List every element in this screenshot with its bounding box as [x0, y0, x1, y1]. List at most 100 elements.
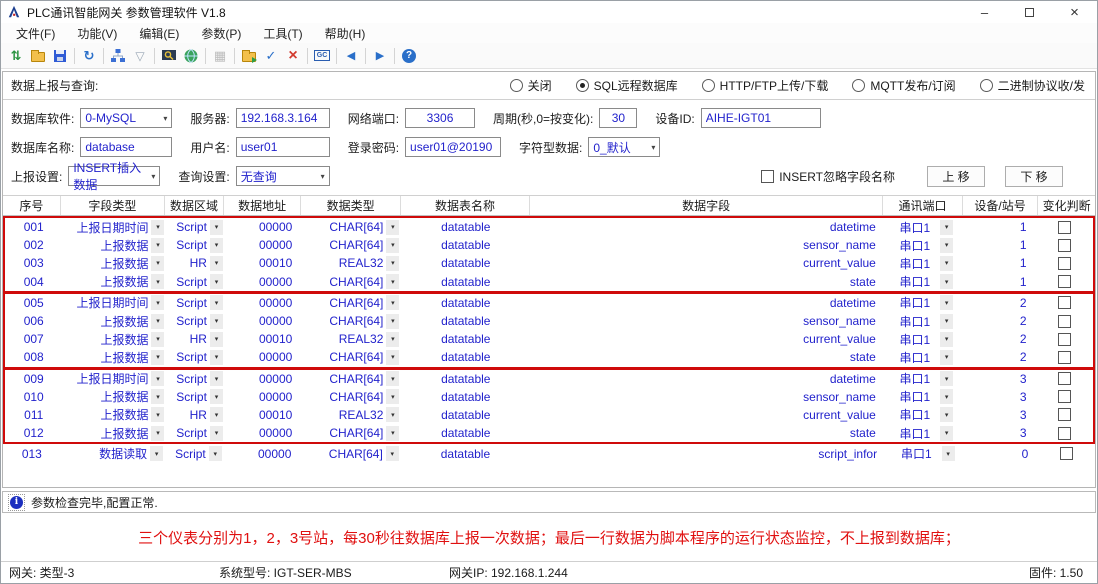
- radio-icon[interactable]: [852, 79, 865, 92]
- radio-icon[interactable]: [510, 79, 523, 92]
- dropdown-arrow-icon[interactable]: [940, 426, 953, 441]
- dropdown-arrow-icon[interactable]: [210, 407, 223, 422]
- cell-data-area[interactable]: Script: [166, 370, 224, 388]
- dropdown-arrow-icon[interactable]: [940, 256, 953, 271]
- connect-icon[interactable]: ⇅: [5, 45, 27, 67]
- dropdown-arrow-icon[interactable]: [386, 238, 399, 253]
- dropdown-arrow-icon[interactable]: [210, 220, 223, 235]
- menu-item-2[interactable]: 编辑(E): [128, 23, 190, 44]
- change-checkbox[interactable]: [1058, 315, 1071, 328]
- filter-icon[interactable]: ▽: [129, 45, 151, 67]
- cell-data-type[interactable]: CHAR[64]: [302, 218, 401, 236]
- db-software-select[interactable]: 0-MySQL: [80, 108, 172, 128]
- cell-data-area[interactable]: Script: [166, 273, 224, 291]
- cell-address[interactable]: 00000: [225, 218, 302, 236]
- query-setting-select[interactable]: 无查询: [236, 166, 330, 186]
- dropdown-arrow-icon[interactable]: [210, 314, 223, 329]
- globe-icon[interactable]: [180, 45, 202, 67]
- change-checkbox[interactable]: [1058, 257, 1071, 270]
- username-input[interactable]: [236, 137, 330, 157]
- dropdown-arrow-icon[interactable]: [940, 371, 953, 386]
- dropdown-arrow-icon[interactable]: [386, 350, 399, 365]
- cell-comm-port[interactable]: 串口1: [882, 254, 961, 272]
- cell-field-type[interactable]: 上报数据: [62, 236, 166, 254]
- cell-table-name[interactable]: datatable: [401, 236, 530, 254]
- dropdown-arrow-icon[interactable]: [942, 446, 955, 461]
- dropdown-arrow-icon[interactable]: [386, 256, 399, 271]
- cell-address[interactable]: 00000: [225, 388, 302, 406]
- cell-data-type[interactable]: CHAR[64]: [302, 312, 401, 330]
- cell-address[interactable]: 00000: [225, 273, 302, 291]
- cell-data-area[interactable]: Script: [166, 312, 224, 330]
- cell-data-field[interactable]: script_infor: [530, 444, 883, 463]
- cell-table-name[interactable]: datatable: [401, 294, 530, 312]
- cell-address[interactable]: 00000: [225, 236, 302, 254]
- dropdown-arrow-icon[interactable]: [209, 446, 222, 461]
- monitor-search-icon[interactable]: [158, 45, 180, 67]
- cell-field-type[interactable]: 上报数据: [62, 348, 166, 366]
- cell-data-area[interactable]: Script: [166, 424, 224, 442]
- cell-table-name[interactable]: datatable: [401, 330, 530, 348]
- dropdown-arrow-icon[interactable]: [386, 274, 399, 289]
- dropdown-arrow-icon[interactable]: [151, 295, 164, 310]
- menu-item-4[interactable]: 工具(T): [252, 23, 313, 44]
- radio-option-4[interactable]: 二进制协议收/发: [980, 77, 1085, 94]
- cell-data-field[interactable]: state: [530, 424, 882, 442]
- dropdown-arrow-icon[interactable]: [386, 446, 399, 461]
- cell-field-type[interactable]: 上报数据: [62, 424, 166, 442]
- change-checkbox[interactable]: [1058, 296, 1071, 309]
- cell-data-type[interactable]: CHAR[64]: [302, 273, 401, 291]
- cell-data-area[interactable]: Script: [165, 444, 224, 463]
- change-checkbox[interactable]: [1060, 447, 1073, 460]
- cell-table-name[interactable]: datatable: [401, 424, 530, 442]
- grid-icon[interactable]: ▦: [209, 45, 231, 67]
- cell-station[interactable]: 2: [961, 330, 1036, 348]
- cell-comm-port[interactable]: 串口1: [883, 444, 963, 463]
- radio-selected-icon[interactable]: [576, 79, 589, 92]
- server-input[interactable]: [236, 108, 330, 128]
- cell-comm-port[interactable]: 串口1: [882, 273, 961, 291]
- cell-data-area[interactable]: Script: [166, 236, 224, 254]
- cell-data-type[interactable]: REAL32: [302, 254, 401, 272]
- cell-data-field[interactable]: sensor_name: [530, 388, 882, 406]
- change-checkbox[interactable]: [1058, 239, 1071, 252]
- cell-station[interactable]: 3: [961, 406, 1036, 424]
- gc-icon[interactable]: GC: [311, 45, 333, 67]
- cell-field-type[interactable]: 上报数据: [62, 406, 166, 424]
- cell-data-field[interactable]: sensor_name: [530, 236, 882, 254]
- cell-data-field[interactable]: current_value: [530, 254, 882, 272]
- cell-field-type[interactable]: 上报日期时间: [62, 370, 166, 388]
- dropdown-arrow-icon[interactable]: [210, 371, 223, 386]
- cell-field-type[interactable]: 上报数据: [62, 312, 166, 330]
- cell-station[interactable]: 3: [961, 370, 1036, 388]
- change-checkbox[interactable]: [1058, 221, 1071, 234]
- minimize-icon[interactable]: [962, 1, 1007, 23]
- cell-table-name[interactable]: datatable: [401, 273, 530, 291]
- radio-icon[interactable]: [980, 79, 993, 92]
- radio-option-1[interactable]: SQL远程数据库: [576, 77, 678, 94]
- cell-field-type[interactable]: 上报日期时间: [62, 218, 166, 236]
- change-checkbox[interactable]: [1058, 372, 1071, 385]
- cell-data-field[interactable]: current_value: [530, 330, 882, 348]
- dropdown-arrow-icon[interactable]: [151, 238, 164, 253]
- dropdown-arrow-icon[interactable]: [940, 238, 953, 253]
- cell-station[interactable]: 2: [961, 348, 1036, 366]
- cell-table-name[interactable]: datatable: [401, 348, 530, 366]
- cell-station[interactable]: 2: [961, 294, 1036, 312]
- dropdown-arrow-icon[interactable]: [151, 350, 164, 365]
- cell-data-field[interactable]: state: [530, 348, 882, 366]
- close-icon[interactable]: [1052, 1, 1097, 23]
- char-data-select[interactable]: 0_默认: [588, 137, 660, 157]
- prev-icon[interactable]: ◀: [340, 45, 362, 67]
- cell-data-type[interactable]: CHAR[64]: [301, 444, 400, 463]
- next-icon[interactable]: ▶: [369, 45, 391, 67]
- cell-comm-port[interactable]: 串口1: [882, 236, 961, 254]
- cell-data-area[interactable]: Script: [166, 294, 224, 312]
- dropdown-arrow-icon[interactable]: [386, 332, 399, 347]
- radio-option-0[interactable]: 关闭: [510, 77, 552, 94]
- cell-address[interactable]: 00010: [225, 254, 302, 272]
- dropdown-arrow-icon[interactable]: [940, 407, 953, 422]
- dropdown-arrow-icon[interactable]: [940, 274, 953, 289]
- cell-comm-port[interactable]: 串口1: [882, 388, 961, 406]
- dropdown-arrow-icon[interactable]: [151, 274, 164, 289]
